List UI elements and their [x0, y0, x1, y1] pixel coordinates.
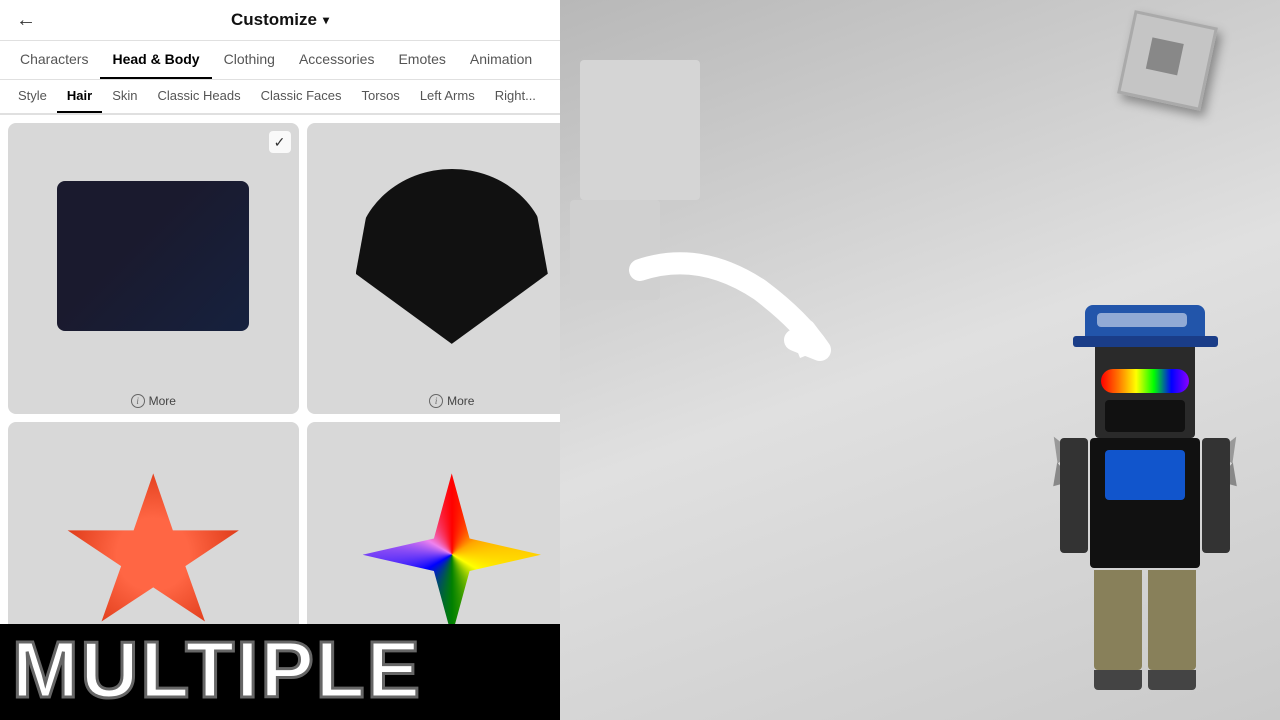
character-hat	[1085, 305, 1205, 347]
nav-tabs: Characters Head & Body Clothing Accessor…	[0, 41, 560, 80]
roblox-logo	[1125, 18, 1210, 103]
list-item[interactable]: ✓ i More	[307, 123, 561, 414]
subtab-classic-heads[interactable]: Classic Heads	[148, 80, 251, 113]
bg-box1	[580, 60, 700, 200]
check-icon: ✓	[269, 131, 291, 153]
more-text: More	[447, 394, 474, 408]
tab-characters[interactable]: Characters	[8, 41, 100, 79]
right-panel	[560, 0, 1280, 720]
customize-panel: ← Customize ▾ Characters Head & Body Clo…	[0, 0, 560, 720]
subtab-torsos[interactable]: Torsos	[352, 80, 410, 113]
right-leg	[1148, 570, 1196, 670]
top-bar: ← Customize ▾	[0, 0, 560, 41]
left-arm	[1060, 438, 1088, 553]
left-leg	[1094, 570, 1142, 670]
info-icon[interactable]: i	[131, 394, 145, 408]
hat-brim	[1073, 336, 1218, 347]
subtab-style[interactable]: Style	[8, 80, 57, 113]
list-item[interactable]: ✓ i More	[8, 123, 299, 414]
item-image	[307, 123, 561, 390]
title-area: Customize ▾	[231, 10, 329, 30]
item-sunglasses-img	[57, 181, 249, 331]
item-spiky-rainbow-img	[363, 473, 541, 636]
item-image	[8, 123, 299, 390]
character-body	[1090, 438, 1200, 568]
body-stripe	[1105, 450, 1185, 500]
hat-stripe	[1097, 313, 1187, 327]
tab-accessories[interactable]: Accessories	[287, 41, 386, 79]
page-title: Customize	[231, 10, 317, 30]
left-foot	[1094, 670, 1142, 690]
multiple-text: MULTIPLE	[12, 632, 544, 708]
character-mask	[1105, 400, 1185, 432]
character-head	[1095, 343, 1195, 438]
tab-animation[interactable]: Animation	[458, 41, 544, 79]
sub-tabs: Style Hair Skin Classic Heads Classic Fa…	[0, 80, 560, 115]
tab-clothing[interactable]: Clothing	[212, 41, 287, 79]
more-label: i More	[131, 390, 176, 414]
info-icon[interactable]: i	[429, 394, 443, 408]
subtab-hair[interactable]: Hair	[57, 80, 102, 113]
subtab-right[interactable]: Right...	[485, 80, 546, 113]
right-foot	[1148, 670, 1196, 690]
character-glasses	[1101, 369, 1189, 393]
item-star-red2-img	[64, 473, 242, 636]
arrow-icon	[620, 240, 880, 370]
more-label: i More	[429, 390, 474, 414]
tab-head-body[interactable]: Head & Body	[100, 41, 211, 79]
back-button[interactable]: ←	[16, 9, 36, 32]
item-bandana-img	[356, 169, 548, 344]
character-legs	[1090, 570, 1200, 670]
subtab-skin[interactable]: Skin	[102, 80, 147, 113]
character-figure	[1090, 343, 1200, 690]
subtab-left-arms[interactable]: Left Arms	[410, 80, 485, 113]
subtab-classic-faces[interactable]: Classic Faces	[251, 80, 352, 113]
right-arm	[1202, 438, 1230, 553]
character-feet	[1090, 670, 1200, 690]
chevron-down-icon[interactable]: ▾	[323, 13, 329, 27]
tab-emotes[interactable]: Emotes	[386, 41, 457, 79]
multiple-overlay: MULTIPLE	[0, 624, 560, 720]
more-text: More	[149, 394, 176, 408]
head-box	[1095, 343, 1195, 438]
